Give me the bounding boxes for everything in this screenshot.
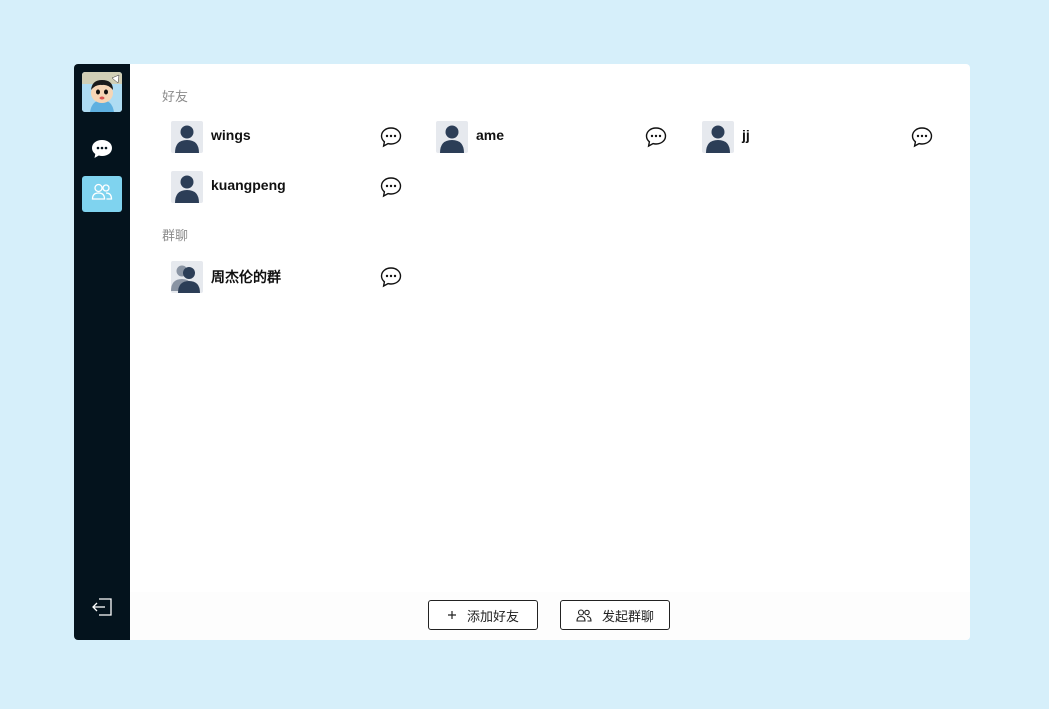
nav-contacts-button[interactable] (82, 176, 122, 212)
chat-bubble-icon[interactable] (379, 175, 403, 199)
my-avatar[interactable] (82, 72, 122, 112)
friend-name: wings (211, 127, 251, 143)
contacts-icon (576, 608, 592, 622)
friend-name: kuangpeng (211, 177, 286, 193)
chat-bubble-icon[interactable] (644, 125, 668, 149)
friend-name: ame (476, 127, 505, 143)
friend-item[interactable]: kuangpeng (163, 169, 403, 205)
friend-item[interactable]: ame (428, 119, 668, 155)
chat-bubble-icon[interactable] (910, 125, 934, 149)
friend-item[interactable]: jj (694, 119, 934, 155)
add-friend-label: 添加好友 (466, 609, 519, 625)
chat-bubble-icon (91, 139, 113, 163)
chat-bubble-icon[interactable] (379, 125, 403, 149)
groups-section-title: 群聊 (162, 229, 189, 244)
default-avatar-icon (171, 171, 203, 203)
friend-name: jj (742, 127, 750, 143)
start-group-chat-label: 发起群聊 (601, 609, 654, 625)
sidebar (74, 64, 130, 640)
plus-icon (447, 610, 457, 620)
add-friend-button[interactable]: 添加好友 (428, 600, 538, 630)
nav-chat-button[interactable] (82, 133, 122, 169)
default-avatar-icon (171, 121, 203, 153)
logout-button[interactable] (90, 597, 114, 621)
start-group-chat-button[interactable]: 发起群聊 (560, 600, 670, 630)
group-item[interactable]: 周杰伦的群 (163, 259, 403, 295)
app-window: 好友 wings ame jj kuangpeng 群聊 周杰伦的群 添加好友 … (74, 64, 970, 640)
group-name: 周杰伦的群 (211, 269, 281, 285)
group-avatar-icon (171, 261, 203, 293)
default-avatar-icon (436, 121, 468, 153)
contacts-icon (91, 183, 113, 205)
friends-section-title: 好友 (162, 90, 189, 105)
friend-item[interactable]: wings (163, 119, 403, 155)
default-avatar-icon (702, 121, 734, 153)
footer-bar: 添加好友 发起群聊 (130, 592, 970, 640)
logout-icon (91, 597, 113, 621)
contacts-panel: 好友 wings ame jj kuangpeng 群聊 周杰伦的群 添加好友 … (130, 64, 970, 640)
chat-bubble-icon[interactable] (379, 265, 403, 289)
